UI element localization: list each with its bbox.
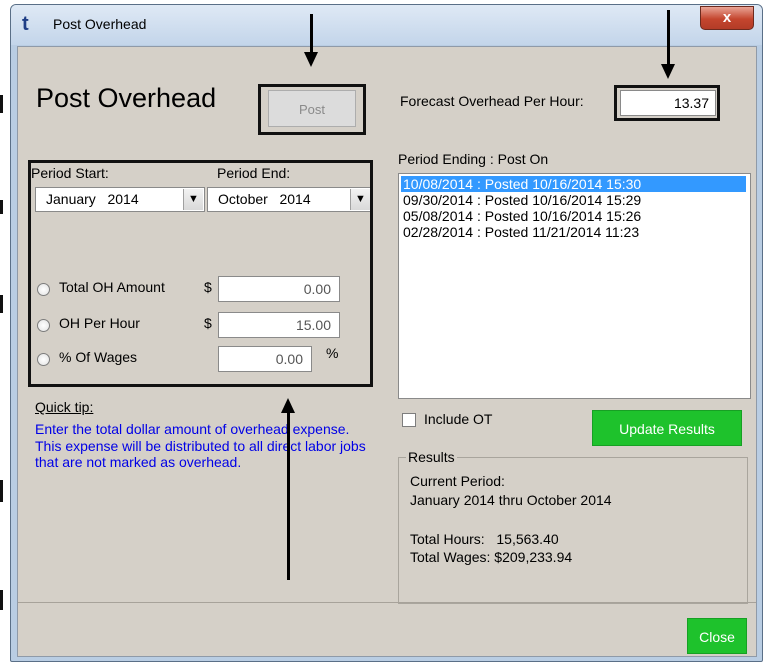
annotation-arrow <box>310 14 313 54</box>
current-period-value: January 2014 thru October 2014 <box>410 492 612 508</box>
quick-tip-text: Enter the total dollar amount of overhea… <box>35 421 366 470</box>
page-title: Post Overhead <box>36 83 217 113</box>
edge-mark <box>0 95 3 113</box>
title-bar[interactable]: t Post Overhead x <box>11 5 762 45</box>
annotation-arrow <box>287 412 290 580</box>
window-title: Post Overhead <box>53 16 147 32</box>
forecast-label: Forecast Overhead Per Hour: <box>400 93 584 109</box>
update-results-button[interactable]: Update Results <box>592 410 742 446</box>
arrow-head-icon <box>281 398 295 413</box>
total-wages-value: Total Wages: $209,233.94 <box>410 549 573 565</box>
arrow-head-icon <box>304 52 318 67</box>
arrow-head-icon <box>661 64 675 79</box>
list-item[interactable]: 02/28/2014 : Posted 11/21/2014 11:23 <box>401 224 746 240</box>
footer-divider <box>18 602 756 603</box>
close-window-button[interactable]: x <box>700 6 754 30</box>
edge-mark <box>0 480 3 502</box>
include-ot-label: Include OT <box>424 411 493 427</box>
results-legend: Results <box>406 449 457 465</box>
include-ot-checkbox[interactable] <box>402 413 416 427</box>
period-list[interactable]: 10/08/2014 : Posted 10/16/2014 15:30 09/… <box>398 173 751 399</box>
close-button[interactable]: Close <box>687 618 747 654</box>
quick-tip-title: Quick tip: <box>35 399 94 415</box>
dialog-body: Post Overhead Post Forecast Overhead Per… <box>17 46 757 657</box>
list-item[interactable]: 10/08/2014 : Posted 10/16/2014 15:30 <box>401 176 746 192</box>
close-icon: x <box>722 9 732 26</box>
forecast-highlight-box <box>614 85 720 121</box>
edge-mark <box>0 590 3 610</box>
edge-mark <box>0 200 3 214</box>
list-item[interactable]: 05/08/2014 : Posted 10/16/2014 15:26 <box>401 208 746 224</box>
current-period-label: Current Period: <box>410 473 505 489</box>
post-overhead-window: t Post Overhead x Post Overhead Post For… <box>10 4 763 662</box>
total-hours-value: Total Hours: 15,563.40 <box>410 531 559 547</box>
period-list-label: Period Ending : Post On <box>398 151 549 167</box>
post-button[interactable]: Post <box>268 90 356 127</box>
app-logo-icon: t <box>22 13 29 35</box>
list-item[interactable]: 09/30/2014 : Posted 10/16/2014 15:29 <box>401 192 746 208</box>
edge-mark <box>0 295 3 313</box>
annotation-arrow <box>667 10 670 66</box>
period-options-highlight-box <box>28 160 373 387</box>
